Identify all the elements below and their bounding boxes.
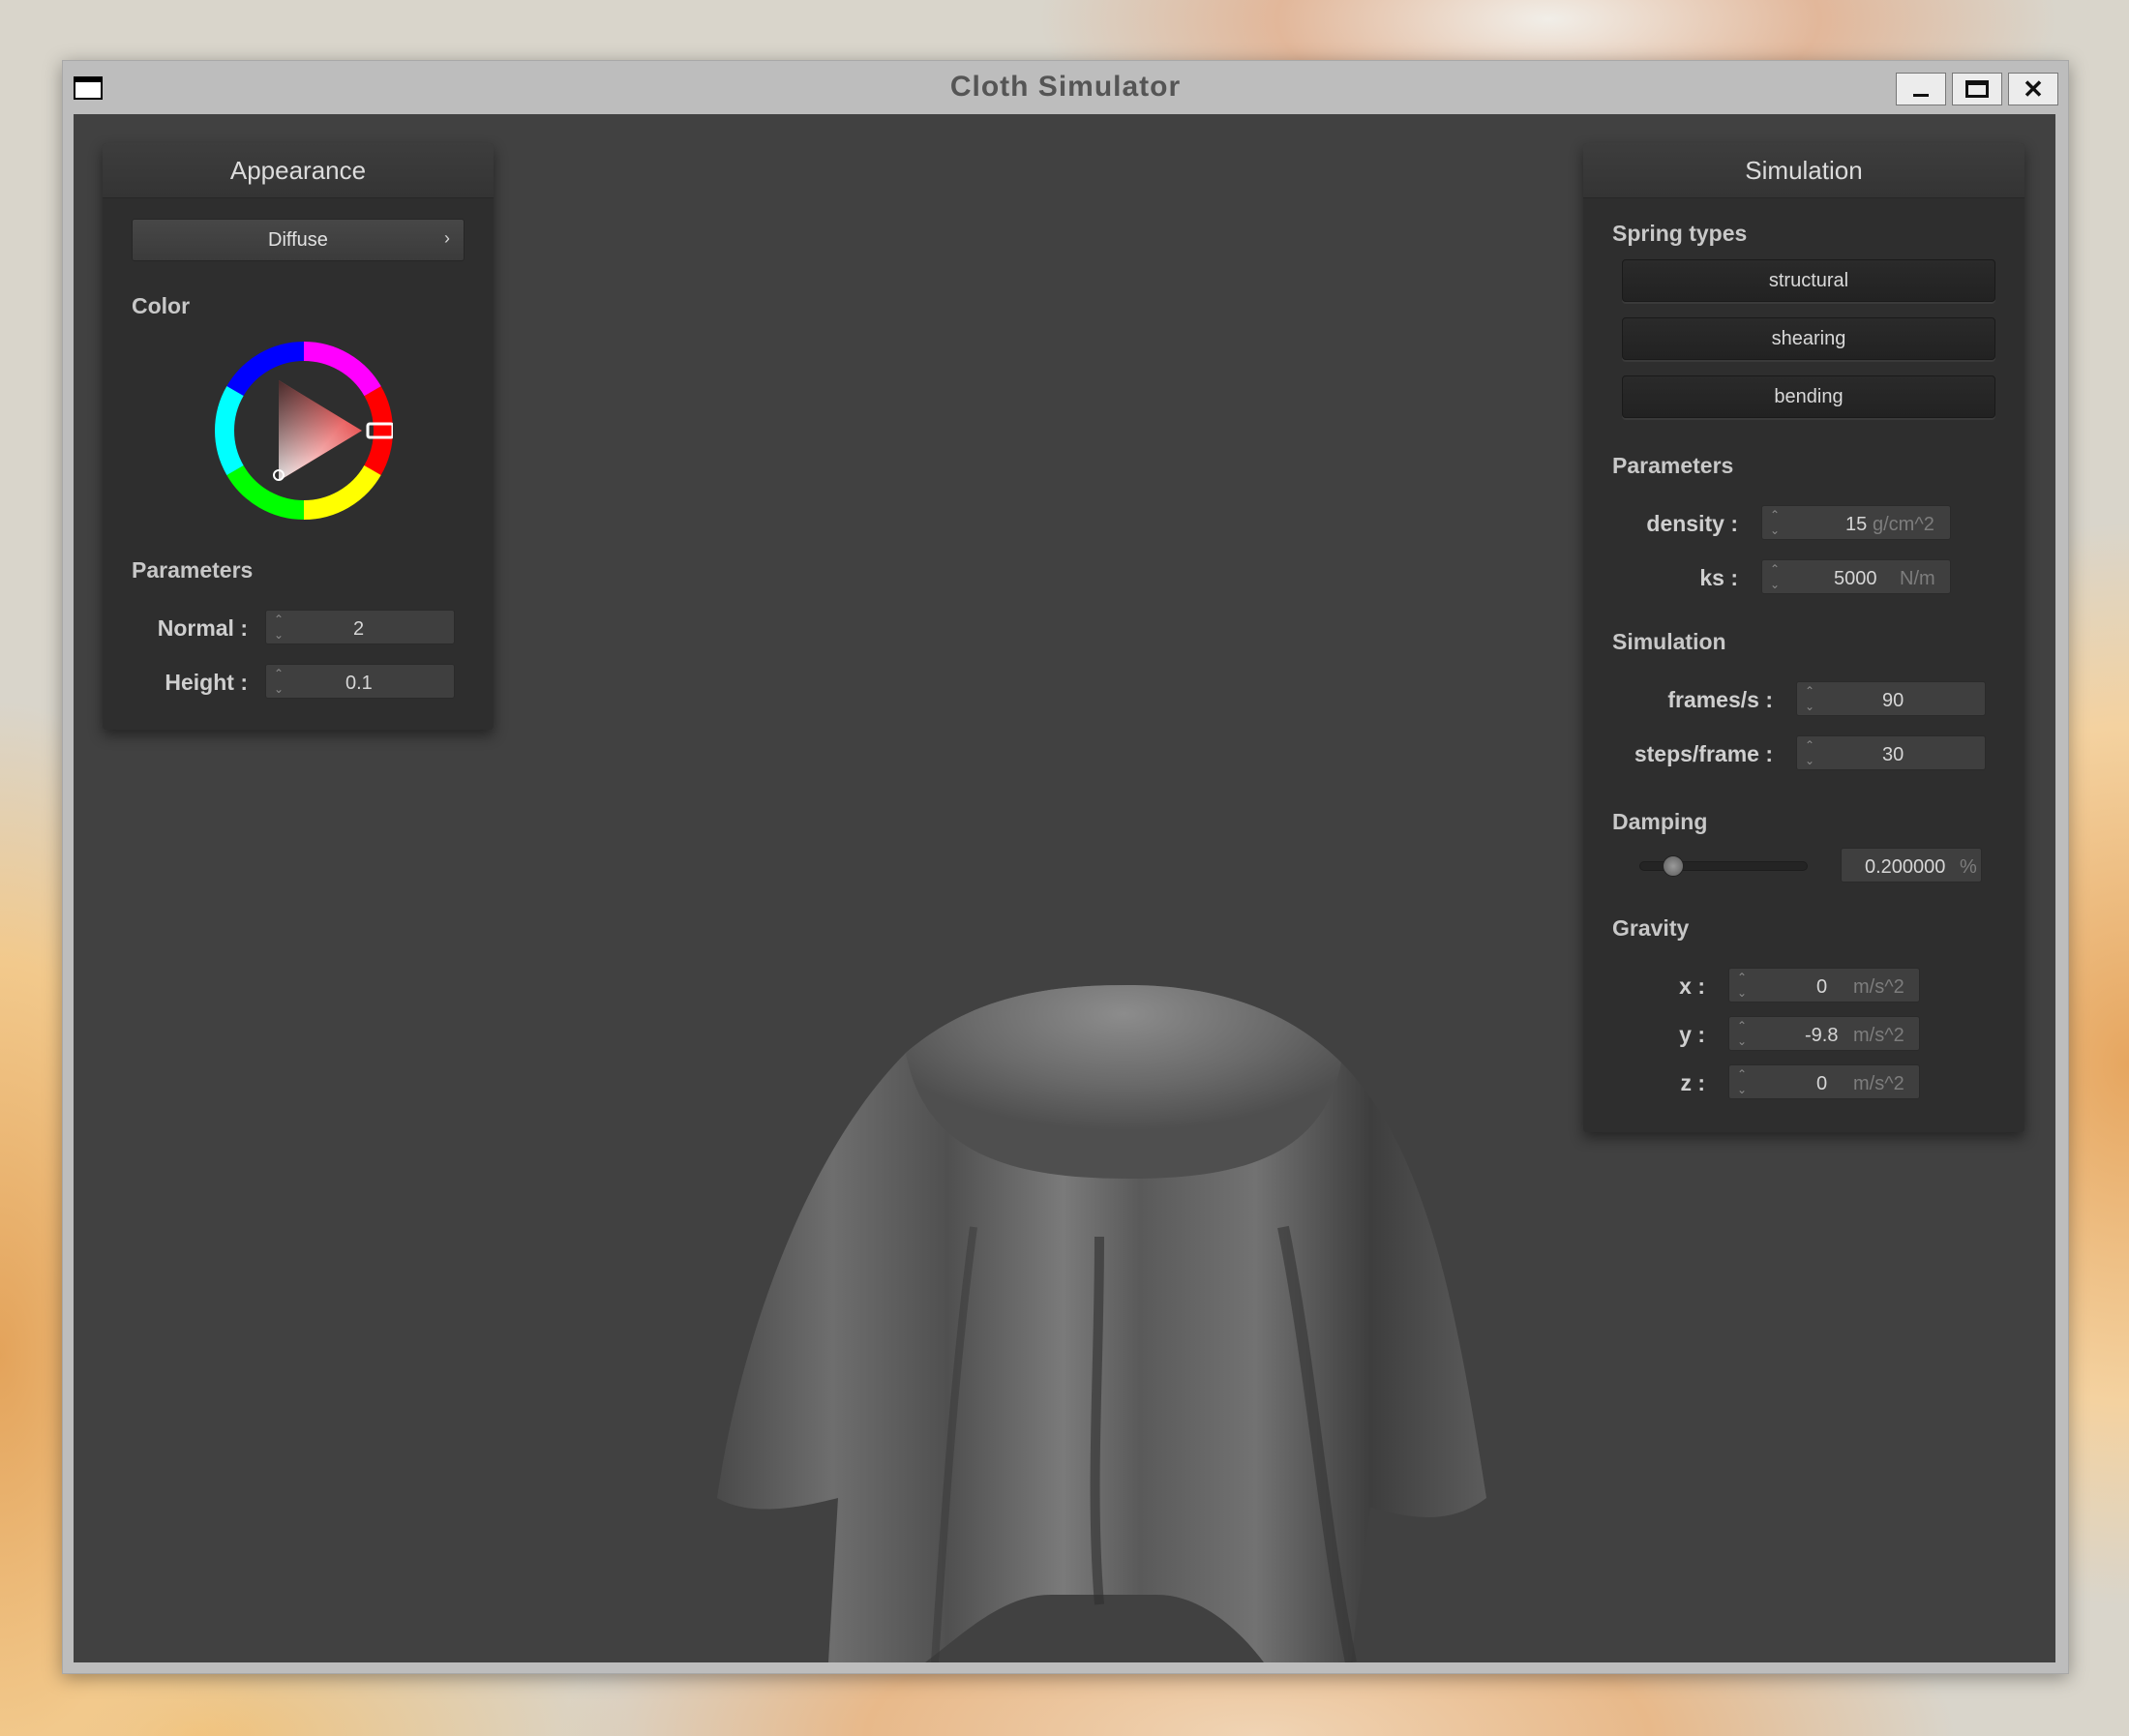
minimize-button[interactable]: [1896, 73, 1946, 105]
spinner-icon[interactable]: ⌃ ⌄: [1737, 1020, 1749, 1047]
density-input[interactable]: ⌃ ⌄ 15 g/cm^2: [1761, 505, 1951, 540]
shader-dropdown-label: Diffuse: [268, 228, 328, 251]
damping-unit: %: [1960, 856, 1977, 878]
spinner-icon[interactable]: ⌃ ⌄: [274, 614, 285, 641]
simulation-header[interactable]: Simulation: [1583, 143, 2024, 198]
bending-button[interactable]: bending: [1622, 375, 1995, 418]
ks-value: 5000: [1834, 568, 1877, 589]
height-input[interactable]: ⌃ ⌄ 0.1: [265, 664, 455, 699]
spinner-icon[interactable]: ⌃ ⌄: [1770, 509, 1782, 536]
close-button[interactable]: ✕: [2008, 73, 2058, 105]
steps-value: 30: [1882, 744, 1904, 765]
fps-input[interactable]: ⌃ ⌄ 90: [1796, 681, 1986, 716]
appearance-parameters-label: Parameters: [132, 557, 254, 583]
gravity-y-unit: m/s^2: [1853, 1025, 1904, 1046]
simulation-panel: Simulation Spring types structural shear…: [1583, 143, 2024, 1132]
window-title: Cloth Simulator: [949, 71, 1182, 103]
spinner-icon[interactable]: ⌃ ⌄: [1805, 739, 1816, 766]
gravity-y-value: -9.8: [1805, 1025, 1839, 1046]
density-label: density :: [1646, 511, 1738, 536]
minimize-icon: [1913, 93, 1929, 97]
simulation-section-label: Simulation: [1612, 629, 1726, 654]
title-bar[interactable]: Cloth Simulator ✕: [63, 61, 2068, 113]
window-icon[interactable]: [74, 76, 103, 100]
normal-label: Normal :: [157, 615, 248, 641]
shearing-button[interactable]: shearing: [1622, 317, 1995, 360]
gravity-x-label: x :: [1679, 973, 1705, 999]
color-wheel[interactable]: [215, 342, 393, 520]
steps-input[interactable]: ⌃ ⌄ 30: [1796, 735, 1986, 770]
gravity-y-label: y :: [1679, 1022, 1705, 1047]
color-label: Color: [132, 293, 191, 318]
maximize-icon: [1965, 80, 1989, 98]
spinner-icon[interactable]: ⌃ ⌄: [1805, 685, 1816, 712]
height-value: 0.1: [345, 673, 373, 694]
window-controls: ✕: [1896, 73, 2058, 105]
appearance-header[interactable]: Appearance: [103, 143, 494, 198]
ks-unit: N/m: [1900, 568, 1935, 589]
damping-slider-handle[interactable]: [1662, 855, 1684, 877]
fps-value: 90: [1882, 690, 1904, 711]
sim-parameters-label: Parameters: [1612, 453, 1734, 478]
render-viewport[interactable]: Appearance Diffuse › Color Parameters No…: [74, 114, 2055, 1662]
gravity-z-label: z :: [1680, 1070, 1705, 1095]
normal-value: 2: [353, 618, 365, 640]
damping-input[interactable]: 0.200000 %: [1841, 848, 1982, 883]
gravity-z-value: 0: [1816, 1073, 1828, 1094]
appearance-panel: Appearance Diffuse › Color Parameters No…: [103, 143, 494, 730]
ks-label: ks :: [1699, 565, 1738, 590]
structural-button[interactable]: structural: [1622, 259, 1995, 302]
maximize-button[interactable]: [1952, 73, 2002, 105]
damping-label: Damping: [1612, 809, 1708, 834]
gravity-x-value: 0: [1816, 976, 1828, 998]
spinner-icon[interactable]: ⌃ ⌄: [274, 668, 285, 695]
gravity-y-input[interactable]: ⌃ ⌄ -9.8 m/s^2: [1728, 1016, 1920, 1051]
gravity-z-unit: m/s^2: [1853, 1073, 1904, 1094]
height-label: Height :: [165, 670, 248, 695]
spring-types-label: Spring types: [1612, 221, 1748, 246]
fps-label: frames/s :: [1667, 687, 1773, 712]
spinner-icon[interactable]: ⌃ ⌄: [1737, 972, 1749, 999]
gravity-x-unit: m/s^2: [1853, 976, 1904, 998]
density-value: 15: [1845, 514, 1868, 535]
shader-dropdown[interactable]: Diffuse ›: [132, 219, 465, 261]
steps-label: steps/frame :: [1634, 741, 1773, 766]
damping-value: 0.200000: [1865, 856, 1946, 878]
gravity-z-input[interactable]: ⌃ ⌄ 0 m/s^2: [1728, 1064, 1920, 1099]
spinner-icon[interactable]: ⌃ ⌄: [1737, 1068, 1749, 1095]
ks-input[interactable]: ⌃ ⌄ 5000 N/m: [1761, 559, 1951, 594]
gravity-x-input[interactable]: ⌃ ⌄ 0 m/s^2: [1728, 968, 1920, 1003]
density-unit: g/cm^2: [1873, 514, 1934, 535]
normal-input[interactable]: ⌃ ⌄ 2: [265, 610, 455, 644]
spinner-icon[interactable]: ⌃ ⌄: [1770, 563, 1782, 590]
app-window: Cloth Simulator ✕ Appearance Diffuse › C…: [62, 60, 2069, 1674]
chevron-right-icon: ›: [444, 228, 450, 248]
close-icon: ✕: [2023, 74, 2044, 104]
gravity-label: Gravity: [1612, 915, 1690, 941]
